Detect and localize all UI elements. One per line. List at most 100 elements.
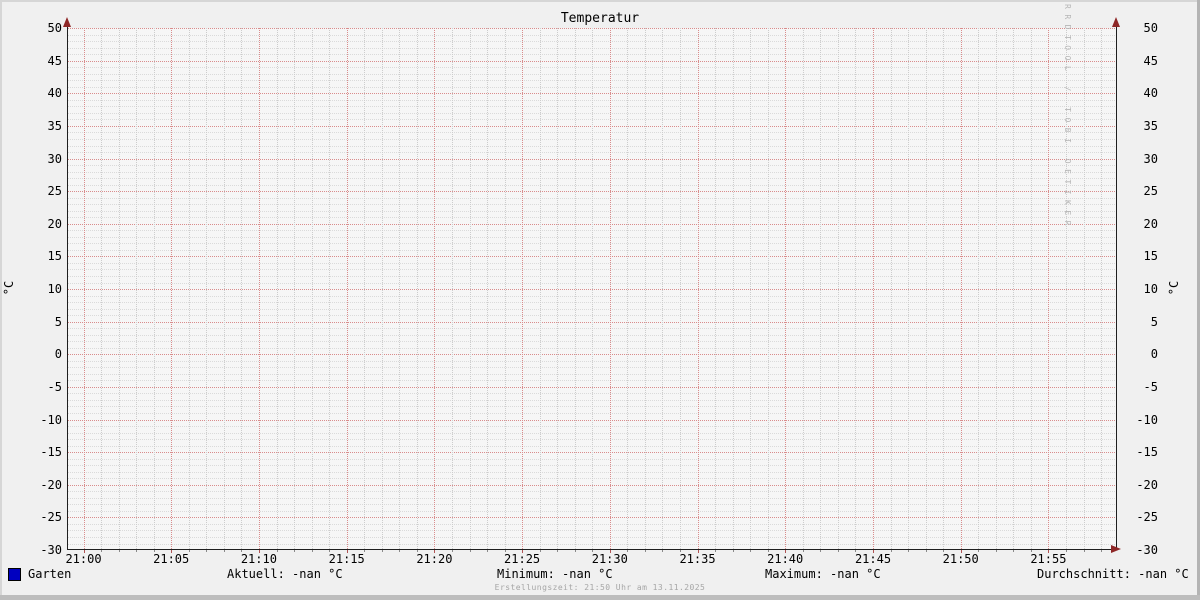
y-axis-tick-label-right: 5 bbox=[1150, 314, 1158, 329]
x-axis-tick bbox=[820, 550, 822, 552]
gridline-minor-vertical bbox=[136, 28, 138, 550]
gridline-minor-vertical bbox=[118, 28, 120, 550]
gridline-minor-vertical bbox=[416, 28, 418, 550]
x-axis-tick-label: 21:35 bbox=[679, 552, 716, 566]
y-axis-tick-label-right: -10 bbox=[1136, 412, 1158, 427]
gridline-major-vertical bbox=[258, 28, 260, 550]
y-axis-tick-label-left: -20 bbox=[40, 477, 62, 492]
gridline-minor-vertical bbox=[662, 28, 664, 550]
x-axis-tick bbox=[223, 550, 225, 552]
gridline-major-vertical bbox=[960, 28, 962, 550]
x-axis-tick bbox=[118, 550, 120, 552]
y-axis-unit-right: °C bbox=[1167, 280, 1181, 296]
gridline-minor-vertical bbox=[592, 28, 594, 550]
chart-title: Temperatur bbox=[560, 11, 640, 26]
gridline-minor-vertical bbox=[925, 28, 927, 550]
legend-stat-maximum: Maximum: -nan °C bbox=[765, 567, 881, 581]
y-axis-tick-label-right: 20 bbox=[1143, 216, 1158, 231]
x-axis-tick-label: 21:30 bbox=[591, 552, 628, 566]
y-axis-tick-label-left: 30 bbox=[47, 151, 62, 166]
gridline-minor-vertical bbox=[241, 28, 243, 550]
gridline-minor-vertical bbox=[276, 28, 278, 550]
x-axis-tick-label: 21:25 bbox=[504, 552, 541, 566]
gridline-minor-vertical bbox=[1030, 28, 1032, 550]
gridline-minor-vertical bbox=[188, 28, 190, 550]
y-axis-tick-label-left: 40 bbox=[47, 86, 62, 101]
x-axis-tick-label: 21:20 bbox=[416, 552, 453, 566]
y-axis-tick-label-left: 45 bbox=[47, 53, 62, 68]
gridline-minor-vertical bbox=[504, 28, 506, 550]
creation-timestamp: Erstellungszeit: 21:50 Uhr am 13.11.2025 bbox=[494, 583, 706, 592]
x-axis-tick bbox=[574, 550, 576, 552]
y-axis-tick-label-right: -25 bbox=[1136, 510, 1158, 525]
gridline-minor-vertical bbox=[487, 28, 488, 550]
x-axis-tick bbox=[662, 550, 664, 552]
x-axis-arrow-icon bbox=[1111, 545, 1121, 553]
x-axis-tick-label: 21:15 bbox=[328, 552, 365, 566]
legend-stat-aktuell: Aktuell: -nan °C bbox=[227, 567, 343, 581]
gridline-major-vertical bbox=[171, 28, 173, 550]
y-axis-tick-label-right: 40 bbox=[1143, 86, 1158, 101]
x-axis-tick bbox=[837, 550, 839, 552]
gridline-major-vertical bbox=[1048, 28, 1050, 550]
y-axis-tick-label-left: 15 bbox=[47, 249, 62, 264]
legend-stat-durchschnitt: Durchschnitt: -nan °C bbox=[1037, 567, 1189, 581]
gridline-minor-vertical bbox=[802, 28, 804, 550]
frame-border-left bbox=[0, 0, 2, 600]
x-axis-tick bbox=[1013, 550, 1015, 552]
gridline-major-vertical bbox=[522, 28, 524, 550]
x-axis-tick bbox=[487, 550, 488, 552]
gridline-minor-vertical bbox=[1083, 28, 1085, 550]
gridline-minor-vertical bbox=[329, 28, 331, 550]
y-axis-tick-label-right: 35 bbox=[1143, 118, 1158, 133]
y-axis-arrow-right-icon bbox=[1112, 17, 1120, 27]
gridline-minor-vertical bbox=[311, 28, 313, 550]
y-axis-tick-label-left: -15 bbox=[40, 445, 62, 460]
gridline-minor-vertical bbox=[855, 28, 857, 550]
gridline-minor-vertical bbox=[557, 28, 559, 550]
x-axis-tick bbox=[908, 550, 909, 552]
x-axis-tick-label: 21:05 bbox=[153, 552, 190, 566]
y-axis-tick-label-left: -25 bbox=[40, 510, 62, 525]
gridline-major-vertical bbox=[697, 28, 699, 550]
gridline-minor-vertical bbox=[995, 28, 997, 550]
x-axis-tick bbox=[1083, 550, 1085, 552]
gridline-major-vertical bbox=[434, 28, 436, 550]
legend-stat-minimum: Minimum: -nan °C bbox=[497, 567, 613, 581]
y-axis-tick-label-left: 35 bbox=[47, 118, 62, 133]
legend-series-label: Garten bbox=[28, 567, 72, 581]
gridline-minor-vertical bbox=[223, 28, 225, 550]
gridline-minor-vertical bbox=[644, 28, 646, 550]
gridline-minor-vertical bbox=[1013, 28, 1015, 550]
gridline-minor-vertical bbox=[715, 28, 717, 550]
y-axis-tick-label-right: -30 bbox=[1136, 543, 1158, 557]
x-axis-tick bbox=[1065, 550, 1067, 552]
y-axis-tick-label-left: 50 bbox=[47, 21, 62, 35]
gridline-minor-vertical bbox=[451, 28, 453, 550]
y-axis-tick-label-right: 0 bbox=[1150, 347, 1158, 362]
plot-area bbox=[68, 28, 1117, 550]
x-axis-tick bbox=[206, 550, 208, 552]
x-axis-tick bbox=[381, 550, 383, 552]
x-axis-tick-label: 21:55 bbox=[1030, 552, 1067, 566]
gridline-minor-vertical bbox=[294, 28, 295, 550]
x-axis-tick-label: 21:50 bbox=[942, 552, 979, 566]
x-axis-tick bbox=[925, 550, 927, 552]
y-axis-tick-label-right: 45 bbox=[1143, 53, 1158, 68]
gridline-minor-vertical bbox=[908, 28, 909, 550]
gridline-minor-vertical bbox=[101, 28, 102, 550]
watermark: RRDTOOL / TOBI OETIKER bbox=[1063, 4, 1072, 231]
x-axis-tick bbox=[750, 550, 752, 552]
y-axis-tick-label-right: 15 bbox=[1143, 249, 1158, 264]
y-axis-tick-label-right: -20 bbox=[1136, 477, 1158, 492]
gridline-minor-vertical bbox=[943, 28, 945, 550]
gridline-minor-vertical bbox=[732, 28, 734, 550]
y-axis-line-left bbox=[67, 20, 68, 550]
x-axis-tick bbox=[732, 550, 734, 552]
x-axis-tick bbox=[557, 550, 559, 552]
x-axis-tick bbox=[1101, 550, 1102, 552]
gridline-minor-vertical bbox=[574, 28, 576, 550]
gridline-minor-vertical bbox=[750, 28, 752, 550]
y-axis-tick-label-left: 0 bbox=[54, 347, 62, 362]
x-axis-tick-label: 21:10 bbox=[240, 552, 277, 566]
